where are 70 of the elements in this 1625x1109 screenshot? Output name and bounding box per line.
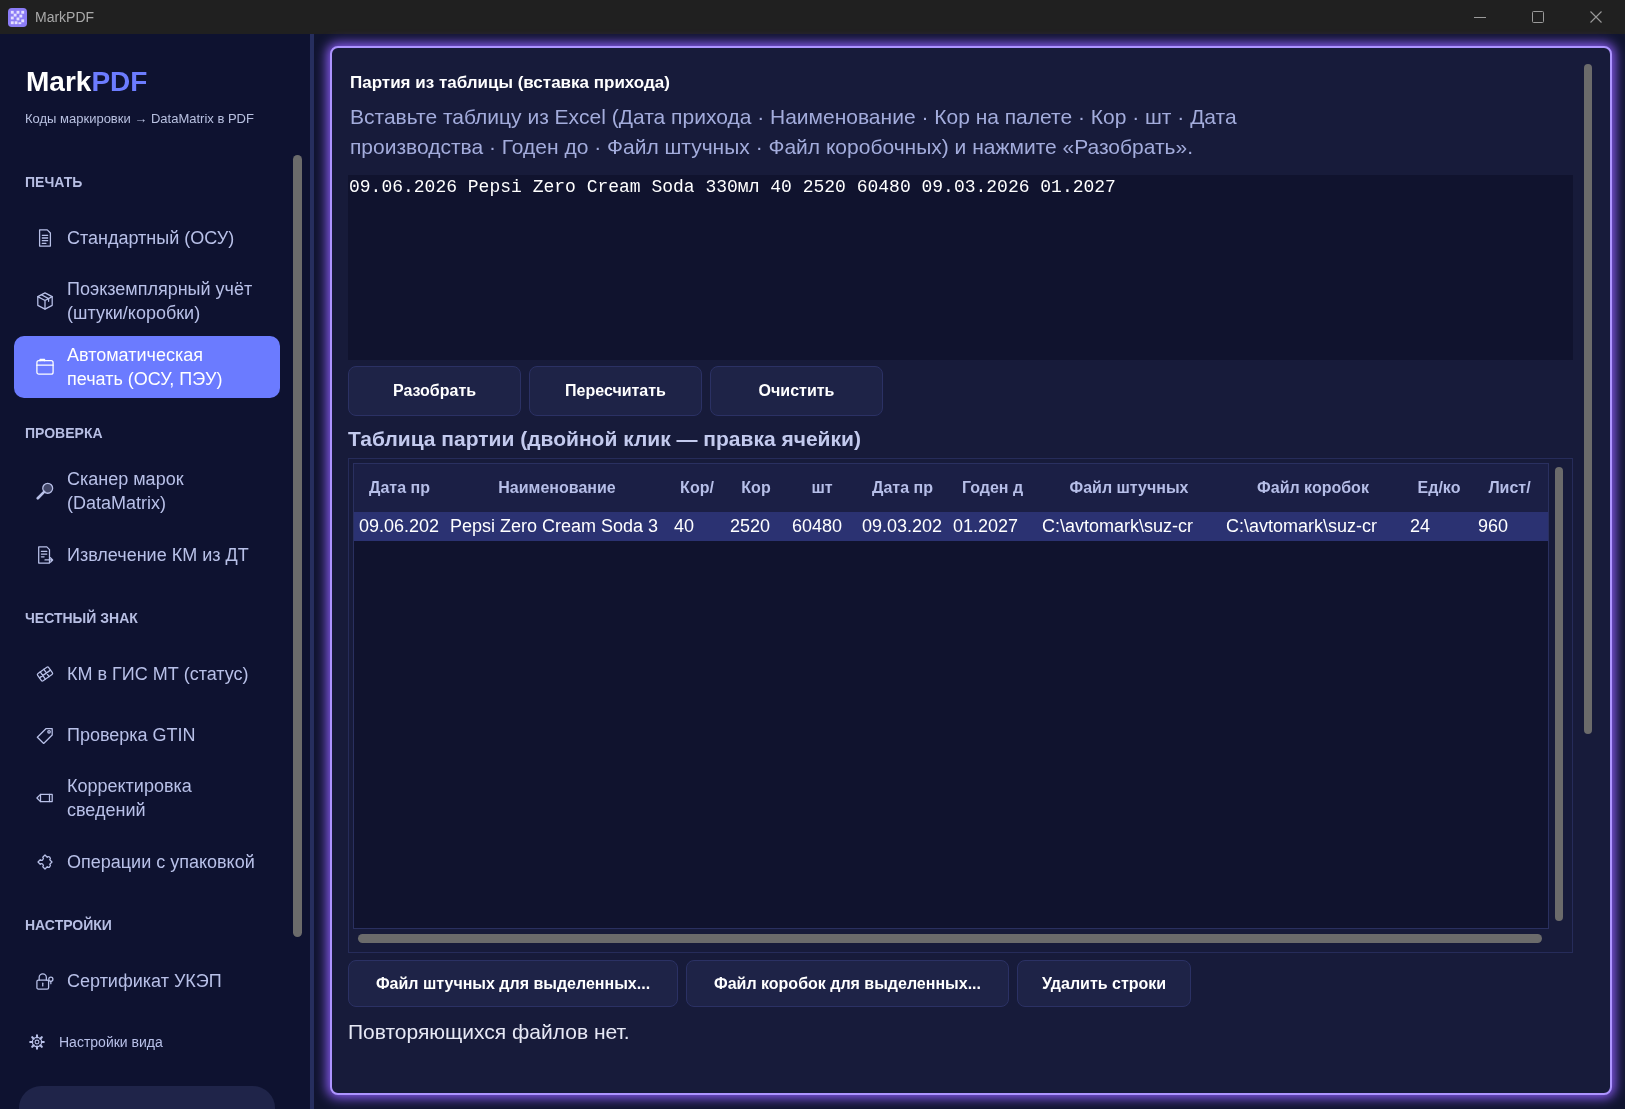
column-header[interactable]: Файл коробок — [1257, 478, 1369, 498]
nav-item[interactable]: Операции с упаковкой — [14, 833, 280, 890]
scrollbar-thumb[interactable] — [293, 155, 302, 937]
nav-item[interactable]: Автоматическая печать (ОСУ, ПЭУ) — [14, 336, 280, 398]
section-heading: ЧЕСТНЫЙ ЗНАК — [25, 608, 138, 628]
table-cell: C:\avtomark\suz-cr — [1226, 515, 1378, 536]
column-header[interactable]: шт — [811, 478, 833, 498]
padlock-icon — [36, 971, 54, 990]
nav-item[interactable]: Поэкземплярный учёт (штуки/коробки) — [14, 270, 280, 332]
table-cell: 960 — [1478, 515, 1509, 536]
action-button[interactable]: Удалить строки — [1017, 960, 1191, 1007]
app-logo: MarkPDF — [26, 65, 148, 99]
cube-icon — [36, 292, 54, 310]
action-button[interactable]: Пересчитать — [529, 366, 702, 416]
column-header[interactable]: Годен д — [961, 478, 1024, 498]
nav-item[interactable]: Проверка GTIN — [14, 706, 280, 763]
table-cell: 09.03.202 — [862, 515, 943, 536]
nav-item[interactable]: КМ в ГИС МТ (статус) — [14, 645, 280, 702]
puzzle-icon — [36, 852, 54, 871]
action-button[interactable]: Очистить — [710, 366, 883, 416]
nav-item[interactable]: Извлечение КМ из ДТ — [14, 526, 280, 583]
column-header[interactable]: Дата пр — [369, 478, 430, 498]
nav-item[interactable]: Сертификат УКЭП — [14, 952, 280, 1009]
scrollbar-thumb[interactable] — [1584, 64, 1592, 734]
column-header[interactable]: Наименование — [498, 478, 616, 498]
table-cell: 01.2027 — [953, 515, 1019, 536]
status-text: Повторяющихся файлов нет. — [348, 1019, 630, 1045]
partial-button[interactable] — [19, 1086, 275, 1109]
nav-item[interactable]: Корректировка сведений — [14, 767, 280, 829]
nav-item[interactable]: Стандартный (ОСУ) — [14, 209, 280, 266]
maximize-icon[interactable] — [1532, 11, 1544, 23]
table-cell: 60480 — [792, 515, 843, 536]
column-header[interactable]: Файл штучных — [1069, 478, 1189, 498]
column-header[interactable]: Дата пр — [872, 478, 933, 498]
window-title: MarkPDF — [35, 8, 95, 26]
scrollbar-thumb[interactable] — [358, 934, 1542, 943]
document-icon — [36, 228, 54, 247]
cards-icon — [36, 664, 54, 683]
nav-item[interactable]: Сканер марок (DataMatrix) — [14, 460, 280, 522]
magnifier-icon — [36, 482, 54, 500]
section-heading: НАСТРОЙКИ — [25, 915, 112, 935]
app-icon — [8, 7, 27, 27]
paste-field[interactable]: 09.06.2026 Pepsi Zero Cream Soda 330мл 40 2520 60480 09.03.2026 01.2027 — [348, 175, 1573, 360]
close-icon[interactable] — [1590, 11, 1602, 23]
action-button[interactable]: Файл коробок для выделенных... — [686, 960, 1009, 1007]
table-cell: 09.06.202 — [359, 515, 440, 536]
column-header[interactable]: Ед/ко — [1417, 478, 1461, 498]
table-cell: C:\avtomark\suz-cr — [1042, 515, 1194, 536]
table-row[interactable]: 09.06.202 Pepsi Zero Cream Soda 3 40 2520 60480 09.03.202 01.2027 C:\avtomark\suz-cr C:\avtomark\suz-cr 24 960 — [354, 512, 1548, 541]
app-tagline: Коды маркировки → DataMatrix в PDF — [25, 110, 254, 128]
instructions-text: Вставьте таблицу из Excel (Дата прихода · Наименование · Кор на палете · Кор · шт · Дата производства · Годен до · Файл штучных · Файл коробочных) и нажмите «Разобрать». — [350, 104, 1238, 160]
table-title: Таблица партии (двойной клик — правка ячейки) — [348, 426, 861, 452]
column-header[interactable]: Кор — [741, 478, 771, 498]
section-heading: ПЕЧАТЬ — [25, 173, 83, 192]
action-button[interactable]: Файл штучных для выделенных... — [348, 960, 678, 1007]
table-cell: Pepsi Zero Cream Soda 3 — [450, 515, 659, 536]
action-button[interactable]: Разобрать — [348, 366, 521, 416]
column-header[interactable]: Кор/ — [680, 478, 714, 498]
tag-icon — [36, 725, 54, 744]
section-title: Партия из таблицы (вставка прихода) — [350, 72, 670, 94]
view-settings-link[interactable]: Настройки вида — [29, 1032, 163, 1052]
window-icon — [36, 358, 54, 376]
section-heading: ПРОВЕРКА — [25, 424, 103, 443]
gear-icon — [29, 1034, 45, 1050]
table-cell: 40 — [674, 515, 695, 536]
column-header[interactable]: Лист/ — [1488, 478, 1531, 498]
table-cell: 24 — [1410, 515, 1431, 536]
document-arrow-icon — [36, 545, 54, 564]
table-cell: 2520 — [730, 515, 771, 536]
scrollbar-thumb[interactable] — [1555, 467, 1563, 921]
